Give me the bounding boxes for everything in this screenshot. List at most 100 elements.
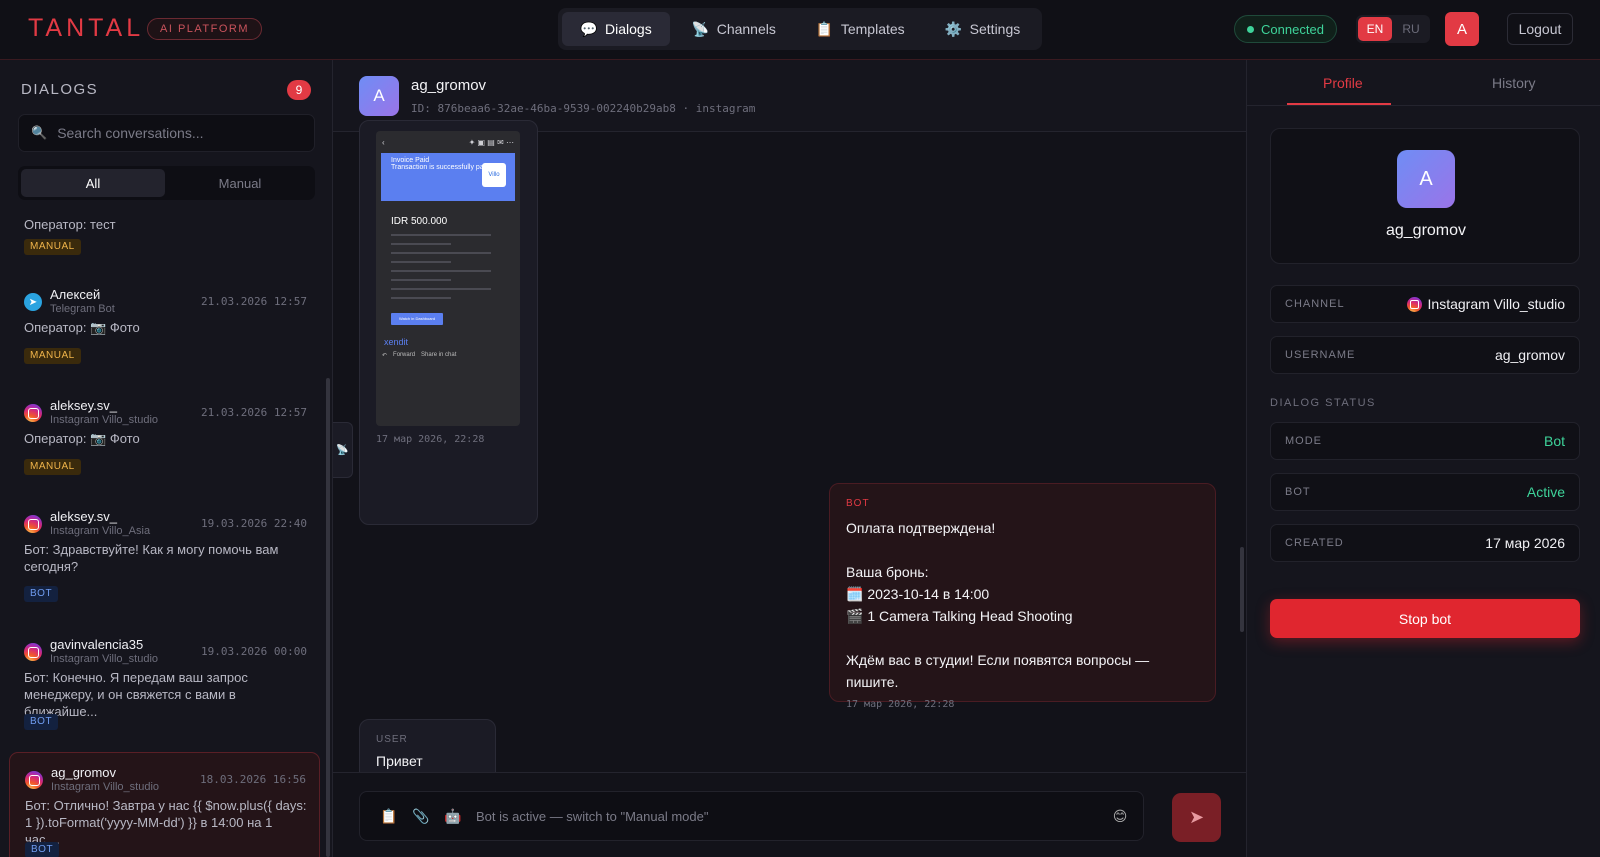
conversation-channel: Instagram Villo_studio — [50, 653, 159, 665]
conversation-item[interactable]: aleksey.sv_ Instagram Villo_studio 21.03… — [9, 398, 320, 504]
invoice-detail-line — [391, 297, 451, 299]
conversation-channel: Telegram Bot — [50, 303, 115, 315]
tab-dialogs-label: Dialogs — [605, 21, 652, 37]
lang-ru-button[interactable]: RU — [1394, 17, 1428, 41]
tab-history[interactable]: History — [1492, 75, 1536, 91]
mode-badge: MANUAL — [24, 459, 81, 475]
tab-settings[interactable]: ⚙️ Settings — [927, 12, 1039, 46]
conversation-preview: Бот: Конечно. Я передам ваш запрос менед… — [24, 670, 248, 719]
xendit-logo: xendit — [384, 337, 409, 347]
user-avatar[interactable]: A — [1445, 12, 1479, 46]
lang-en-button[interactable]: EN — [1358, 17, 1392, 41]
instagram-icon — [24, 515, 42, 533]
tab-templates[interactable]: 📋 Templates — [798, 12, 923, 46]
message-composer: 📋 📎 🤖 Bot is active — switch to "Manual … — [359, 791, 1144, 841]
mode-badge: MANUAL — [24, 239, 81, 255]
payment-screenshot[interactable]: ‹ ✦ ▣ ▤ ✉ ⋯ Invoice Paid Transaction is … — [376, 131, 520, 426]
conversation-time: 18.03.2026 16:56 — [200, 773, 306, 786]
villo-logo: Villo — [482, 163, 506, 187]
conversation-time: 21.03.2026 12:57 — [201, 295, 307, 308]
tab-settings-label: Settings — [969, 21, 1021, 37]
filter-manual-button[interactable]: Manual — [168, 169, 312, 197]
channel-label: CHANNEL — [1285, 298, 1345, 310]
conversation-item[interactable]: aleksey.sv_ Instagram Villo_Asia 19.03.2… — [9, 509, 320, 625]
invoice-subtitle: Transaction is successfully paid! — [391, 164, 492, 171]
instagram-icon — [1406, 296, 1422, 312]
chat-scrollbar[interactable] — [1240, 547, 1244, 632]
conversation-time: 21.03.2026 12:57 — [201, 406, 307, 419]
conversation-preview: Оператор: 📷 Фото — [24, 320, 140, 335]
user-message-label: USER — [376, 734, 408, 745]
search-input[interactable] — [57, 125, 298, 141]
conversation-time: 19.03.2026 22:40 — [201, 517, 307, 530]
bot-label: BOT — [1285, 486, 1311, 498]
sidebar-title: DIALOGS — [21, 81, 99, 98]
satellite-dish-icon: 📡 — [691, 20, 710, 37]
bot-message-text: Оплата подтверждена! Ваша бронь: 🗓️ 2023… — [846, 520, 1150, 690]
channel-value: Instagram Villo_studio — [1406, 296, 1565, 312]
chat-panel: A ag_gromov ID: 876beaa6-32ae-46ba-9539-… — [333, 60, 1246, 857]
template-icon[interactable]: 📋 — [380, 808, 398, 825]
emoji-icon[interactable]: 😊 — [1111, 808, 1129, 825]
share-label: Share in chat — [421, 352, 457, 358]
conversation-item[interactable]: gavinvalencia35 Instagram Villo_studio 1… — [9, 637, 320, 753]
active-tab-indicator — [1287, 103, 1391, 105]
channel-value-text: Instagram Villo_studio — [1427, 296, 1565, 312]
search-box: 🔍 — [18, 114, 315, 152]
profile-avatar: A — [1397, 150, 1455, 208]
chat-avatar: A — [359, 76, 399, 116]
side-toggle-button[interactable]: 📡 — [333, 422, 353, 478]
invoice-detail-line — [391, 270, 491, 272]
send-button[interactable]: ➤ — [1172, 793, 1221, 842]
invoice-amount: IDR 500.000 — [391, 216, 448, 227]
message-time: 17 мар 2026, 22:28 — [376, 434, 485, 445]
brand-logo[interactable]: TANTAL — [28, 14, 144, 43]
mode-badge: BOT — [24, 586, 59, 602]
username-field: USERNAME ag_gromov — [1270, 336, 1580, 374]
message-input[interactable]: Bot is active — switch to "Manual mode" — [476, 809, 1097, 824]
back-icon: ‹ — [382, 137, 385, 147]
invoice-detail-line — [391, 243, 451, 245]
bot-message-label: BOT — [846, 498, 870, 509]
invoice-detail-line — [391, 288, 491, 290]
forward-label: Forward — [393, 352, 416, 358]
instagram-icon — [24, 404, 42, 422]
screenshot-toolbar: ‹ ✦ ▣ ▤ ✉ ⋯ — [376, 131, 520, 153]
attach-icon[interactable]: 📎 — [412, 808, 430, 825]
search-icon: 🔍 — [31, 125, 48, 140]
telegram-icon: ➤ — [24, 293, 42, 311]
top-bar: TANTAL AI PLATFORM 💬 Dialogs 📡 Channels … — [0, 0, 1600, 60]
details-panel: Profile History A ag_gromov CHANNEL Inst… — [1246, 60, 1600, 857]
tab-dialogs[interactable]: 💬 Dialogs — [562, 12, 670, 46]
conversation-item[interactable]: ➤ Алексей Telegram Bot 21.03.2026 12:57 … — [9, 287, 320, 393]
stop-bot-button[interactable]: Stop bot — [1270, 599, 1580, 638]
created-label: CREATED — [1285, 537, 1344, 549]
username-label: USERNAME — [1285, 349, 1356, 361]
screenshot-actions: ↶ Forward Share in chat — [382, 352, 520, 359]
conversation-item-active[interactable]: ag_gromov Instagram Villo_studio 18.03.2… — [9, 752, 320, 857]
conversation-preview: Бот: Здравствуйте! Как я могу помочь вам… — [24, 542, 279, 574]
satellite-dish-icon: 📡 — [336, 444, 349, 456]
robot-icon: 🤖 — [444, 807, 462, 824]
connection-status: Connected — [1234, 15, 1337, 43]
tab-channels[interactable]: 📡 Channels — [674, 12, 794, 46]
created-field: CREATED 17 мар 2026 — [1270, 524, 1580, 562]
filter-all-button[interactable]: All — [21, 169, 165, 197]
conversation-name: ag_gromov — [51, 765, 117, 780]
invoice-detail-line — [391, 234, 491, 236]
mode-field: MODE Bot — [1270, 422, 1580, 460]
brand-tag: AI PLATFORM — [147, 18, 263, 40]
mode-badge: BOT — [24, 714, 59, 730]
conversation-channel: Instagram Villo_studio — [50, 414, 159, 426]
conversation-name: aleksey.sv_ — [50, 509, 117, 524]
sidebar-scrollbar[interactable] — [326, 378, 330, 857]
tab-profile[interactable]: Profile — [1323, 75, 1363, 91]
bot-message: BOT Оплата подтверждена! Ваша бронь: 🗓️ … — [829, 483, 1216, 710]
conversation-preview: Бот: Отлично! Завтра у нас {{ $now.plus(… — [25, 798, 307, 847]
conversation-channel: Instagram Villo_studio — [51, 781, 160, 793]
conversation-channel: Instagram Villo_Asia — [50, 525, 151, 537]
channel-field: CHANNEL Instagram Villo_studio — [1270, 285, 1580, 323]
main-nav: 💬 Dialogs 📡 Channels 📋 Templates ⚙️ Sett… — [558, 8, 1042, 50]
connection-status-label: Connected — [1261, 21, 1324, 37]
logout-button[interactable]: Logout — [1507, 13, 1573, 45]
